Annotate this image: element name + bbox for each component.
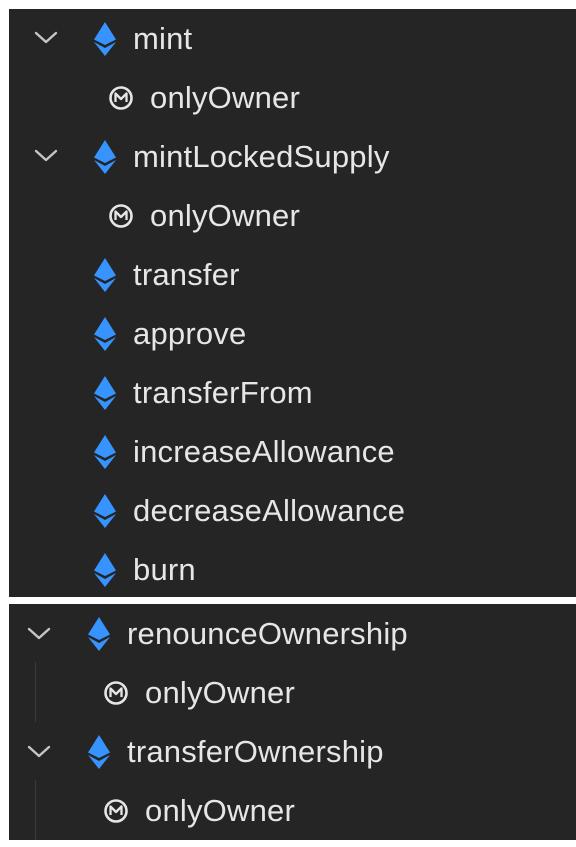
- outline-item-label: approve: [133, 315, 247, 351]
- ethereum-icon: [94, 316, 116, 351]
- ethereum-icon: [94, 257, 116, 292]
- outline-panel-bottom: renounceOwnership onlyOwner transferOwne…: [9, 604, 576, 840]
- outline-item-label: onlyOwner: [145, 792, 295, 828]
- outline-item-label: increaseAllowance: [133, 433, 395, 469]
- outline-item-transferfrom[interactable]: transferFrom: [93, 363, 313, 422]
- outline-item-modifier[interactable]: onlyOwner: [103, 663, 295, 722]
- outline-item-decreaseallowance[interactable]: decreaseAllowance: [93, 481, 405, 540]
- outline-item-label: onlyOwner: [150, 79, 300, 115]
- tree-indent-guide: [35, 662, 36, 722]
- ethereum-icon: [88, 616, 110, 651]
- ethereum-icon: [94, 493, 116, 528]
- outline-item-label: burn: [133, 551, 196, 587]
- outline-item-label: onlyOwner: [150, 197, 300, 233]
- outline-item-label: mint: [133, 20, 193, 56]
- outline-item-transfer[interactable]: transfer: [93, 245, 240, 304]
- outline-panel-top: mint onlyOwner mintLockedSupply onlyOwne…: [9, 9, 576, 597]
- outline-item-approve[interactable]: approve: [93, 304, 246, 363]
- outline-item-burn[interactable]: burn: [93, 540, 196, 597]
- ethereum-icon: [94, 139, 116, 174]
- modifier-icon: [104, 680, 128, 705]
- outline-item-transferownership[interactable]: transferOwnership: [87, 722, 384, 781]
- outline-item-label: decreaseAllowance: [133, 492, 406, 528]
- chevron-down-icon[interactable]: [24, 623, 54, 643]
- outline-item-modifier[interactable]: onlyOwner: [103, 781, 295, 840]
- modifier-icon: [109, 85, 133, 110]
- modifier-icon: [104, 798, 128, 823]
- modifier-icon: [109, 203, 133, 228]
- outline-item-label: renounceOwnership: [127, 615, 408, 651]
- outline-item-modifier[interactable]: onlyOwner: [108, 186, 300, 245]
- outline-item-label: onlyOwner: [145, 674, 295, 710]
- ethereum-icon: [94, 21, 116, 56]
- ethereum-icon: [94, 434, 116, 469]
- ethereum-icon: [94, 552, 116, 587]
- outline-item-modifier[interactable]: onlyOwner: [108, 68, 300, 127]
- outline-item-mintlockedsupply[interactable]: mintLockedSupply: [93, 127, 390, 186]
- outline-item-label: transferFrom: [133, 374, 313, 410]
- ethereum-icon: [88, 734, 110, 769]
- outline-item-increaseallowance[interactable]: increaseAllowance: [93, 422, 395, 481]
- outline-item-label: mintLockedSupply: [133, 138, 390, 174]
- outline-item-label: transfer: [133, 256, 240, 292]
- outline-item-renounceownership[interactable]: renounceOwnership: [87, 604, 408, 663]
- outline-item-mint[interactable]: mint: [93, 9, 192, 68]
- ethereum-icon: [94, 375, 116, 410]
- chevron-down-icon[interactable]: [31, 145, 61, 165]
- chevron-down-icon[interactable]: [24, 741, 54, 761]
- outline-item-label: transferOwnership: [127, 733, 384, 769]
- chevron-down-icon[interactable]: [31, 27, 61, 47]
- tree-indent-guide: [35, 780, 36, 840]
